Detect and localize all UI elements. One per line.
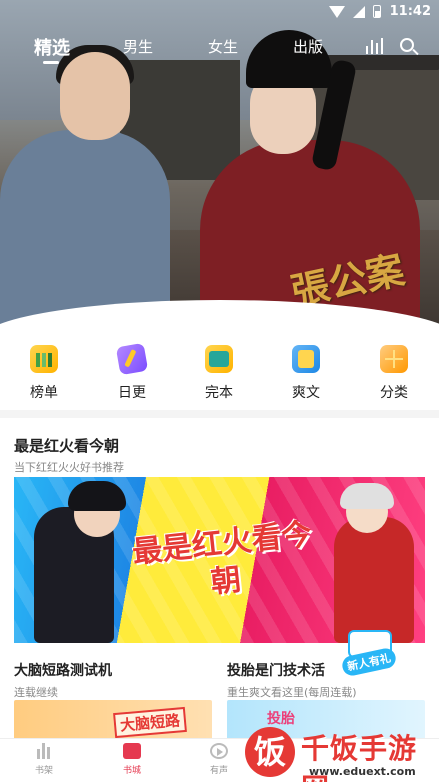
carousel-dot-active [228, 311, 233, 316]
play-icon [210, 743, 228, 759]
carousel-dot [239, 311, 244, 316]
category-label: 日更 [118, 385, 146, 401]
section-subtitle: 当下红红火火好书推荐 [14, 461, 124, 474]
tab-featured[interactable]: 精选 [34, 34, 70, 60]
tab-female[interactable]: 女生 [208, 36, 238, 57]
battery-icon [373, 5, 381, 18]
book-subtitle: 重生爽文看这里(每周连载) [227, 686, 357, 699]
banner-character-right-hair [340, 483, 394, 509]
book-title[interactable]: 大脑短路测试机 [14, 660, 112, 680]
status-icons [329, 5, 381, 18]
category-cool[interactable]: 爽文 [276, 345, 336, 402]
carousel-indicator [206, 311, 244, 316]
newbie-gift[interactable]: 新人有礼 [340, 630, 400, 680]
pen-icon [115, 342, 149, 376]
tab-publish[interactable]: 出版 [293, 36, 323, 57]
category-complete[interactable]: 完本 [189, 345, 249, 402]
site-watermark: 饭 千饭手游网 www.eduext.com [245, 727, 439, 782]
nav-label: 书架 [34, 766, 53, 776]
nav-label: 有声 [209, 766, 228, 776]
bookstore-icon [123, 743, 141, 759]
signal-icon [353, 5, 365, 18]
book-cover-title: 大脑短路 [113, 706, 187, 739]
category-daily[interactable]: 日更 [102, 342, 162, 402]
carousel-dot [206, 311, 211, 316]
category-rank[interactable]: 榜单 [14, 345, 74, 402]
category-sort[interactable]: 分类 [364, 345, 424, 402]
grid-icon [380, 345, 408, 373]
status-time: 11:42 [389, 4, 431, 19]
tab-underline [43, 61, 59, 64]
search-icon[interactable] [400, 38, 419, 56]
site-logo: 饭 [245, 727, 295, 777]
section-divider [0, 410, 439, 418]
book-icon [205, 345, 233, 373]
banner-character-right [334, 517, 414, 643]
banner-character-left-hair [68, 481, 126, 511]
carousel-dot [217, 311, 222, 316]
book-cover-title: 投胎 [267, 711, 295, 727]
promo-banner[interactable]: 最是红火看今朝 [14, 477, 425, 643]
category-label: 榜单 [30, 385, 58, 401]
category-label: 爽文 [292, 385, 320, 401]
nav-bookshelf[interactable]: 书架 [24, 743, 64, 776]
book-title[interactable]: 投胎是门技术活 [227, 660, 325, 680]
open-book-icon [292, 345, 320, 373]
nav-bookstore[interactable]: 书城 [112, 743, 152, 776]
rank-chart-icon [30, 345, 58, 373]
rank-icon[interactable] [366, 38, 384, 54]
category-row: 榜单 日更 完本 爽文 分类 [0, 342, 439, 407]
category-label: 完本 [205, 385, 233, 401]
wifi-icon [329, 5, 345, 18]
category-label: 分类 [380, 385, 408, 401]
site-url: www.eduext.com [309, 765, 416, 778]
tab-male[interactable]: 男生 [123, 36, 153, 57]
section-title: 最是红火看今朝 [14, 437, 120, 455]
book-cover[interactable]: 大脑短路 [14, 700, 212, 740]
book-subtitle: 连载继续 [14, 686, 58, 699]
status-bar: 11:42 [0, 0, 439, 24]
nav-audio[interactable]: 有声 [199, 743, 239, 776]
nav-label: 书城 [122, 766, 141, 776]
bookshelf-icon [35, 743, 53, 759]
